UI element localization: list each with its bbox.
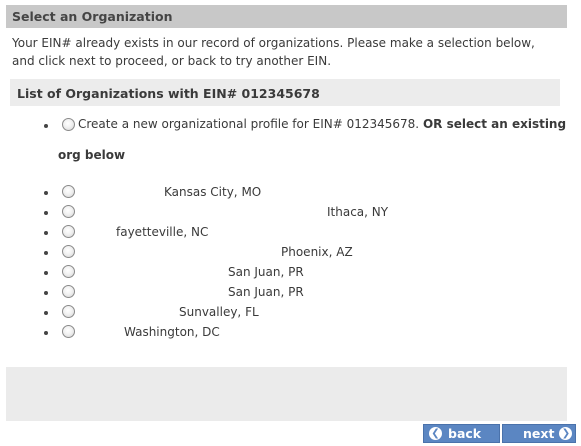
arrow-left-icon: ❮ — [429, 427, 442, 440]
org-radio-5[interactable] — [62, 265, 75, 278]
footer-area — [6, 367, 567, 421]
list-bullet — [44, 311, 48, 315]
org-radio-3[interactable] — [62, 225, 75, 238]
create-new-option-label: Create a new organizational profile for … — [78, 117, 566, 131]
content-area: Your EIN# already exists in our record o… — [6, 28, 567, 367]
arrow-right-icon: ❯ — [559, 427, 573, 440]
org-location-5: San Juan, PR — [228, 265, 304, 279]
org-location-2: Ithaca, NY — [327, 205, 389, 219]
org-radio-1[interactable] — [62, 185, 75, 198]
org-radio-6[interactable] — [62, 285, 75, 298]
org-location-3: fayetteville, NC — [116, 225, 209, 239]
org-radio-4[interactable] — [62, 245, 75, 258]
list-bullet — [44, 231, 48, 235]
create-new-text: Create a new organizational profile for … — [78, 117, 420, 131]
page-title: Select an Organization — [6, 5, 567, 28]
organization-panel: Select an Organization Your EIN# already… — [6, 5, 567, 421]
list-bullet — [44, 251, 48, 255]
org-location-7: Sunvalley, FL — [179, 305, 259, 319]
list-bullet — [44, 291, 48, 295]
list-bullet — [44, 124, 48, 128]
intro-text: Your EIN# already exists in our record o… — [12, 36, 535, 68]
list-bullet — [44, 191, 48, 195]
org-location-8: Washington, DC — [124, 325, 220, 339]
org-radio-2[interactable] — [62, 205, 75, 218]
list-bullet — [44, 331, 48, 335]
back-button[interactable]: ❮ back — [423, 424, 500, 443]
org-location-1: Kansas City, MO — [164, 185, 262, 199]
org-list-heading: List of Organizations with EIN# 01234567… — [10, 79, 560, 106]
org-location-6: San Juan, PR — [228, 285, 304, 299]
org-radio-8[interactable] — [62, 325, 75, 338]
list-bullet — [44, 211, 48, 215]
select-existing-text-line2: org below — [58, 148, 126, 162]
org-radio-7[interactable] — [62, 305, 75, 318]
select-existing-text: OR select an existing — [422, 117, 567, 131]
back-label: back — [448, 426, 482, 441]
next-label: next — [523, 426, 555, 441]
list-bullet — [44, 271, 48, 275]
next-button[interactable]: next ❯ — [502, 424, 576, 443]
create-new-radio[interactable] — [62, 118, 75, 131]
org-location-4: Phoenix, AZ — [281, 245, 353, 259]
